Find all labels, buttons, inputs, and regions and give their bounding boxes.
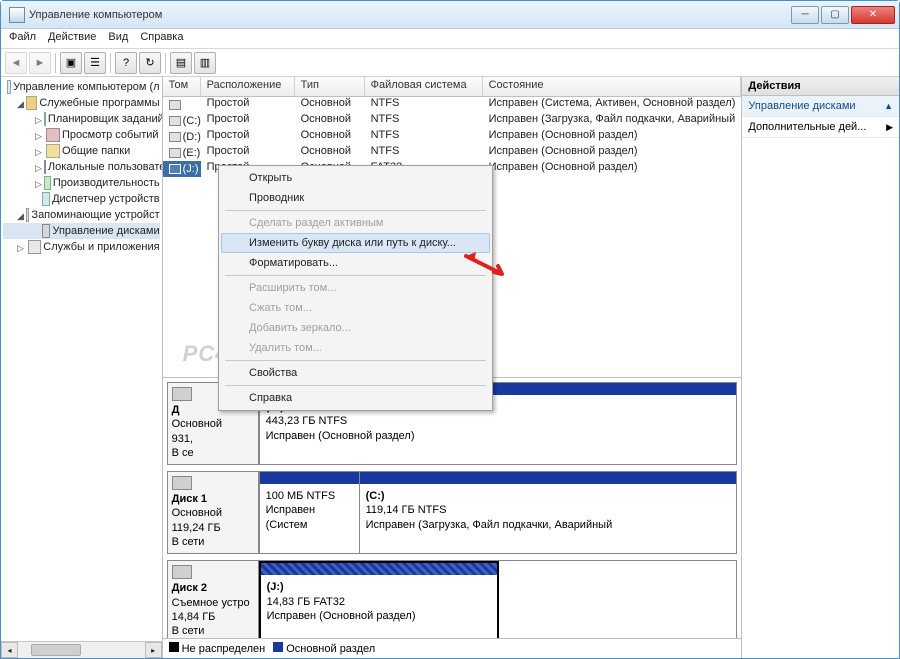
- close-button[interactable]: ✕: [851, 6, 895, 24]
- disk-info: Диск 1 Основной 119,24 ГБ В сети: [167, 471, 259, 554]
- tree-perf[interactable]: ▷Производительность: [3, 175, 160, 191]
- help-button[interactable]: ?: [115, 52, 137, 74]
- up-button[interactable]: ▣: [60, 52, 82, 74]
- col-type[interactable]: Тип: [295, 77, 365, 96]
- collapse-icon: ▲: [884, 101, 893, 111]
- ctx-extend: Расширить том...: [221, 278, 490, 298]
- disk-graphical-view[interactable]: Д Основной 931, В се (E:) 443,23 ГБ NTFS…: [163, 377, 742, 638]
- chevron-right-icon: ▶: [886, 122, 893, 133]
- disk-row-2[interactable]: Диск 2 Съемное устро 14,84 ГБ В сети (J:…: [167, 560, 738, 638]
- actions-more[interactable]: Дополнительные дей...▶: [742, 117, 899, 138]
- ctx-explore[interactable]: Проводник: [221, 188, 490, 208]
- col-volume[interactable]: Том: [163, 77, 201, 96]
- disk-icon: [172, 565, 192, 579]
- nav-tree[interactable]: Управление компьютером (л ◢Служебные про…: [1, 77, 163, 658]
- tree-services[interactable]: ▷Службы и приложения: [3, 239, 160, 255]
- tree-devmgr[interactable]: Диспетчер устройств: [3, 191, 160, 207]
- drive-icon: [169, 164, 181, 174]
- col-state[interactable]: Состояние: [483, 77, 742, 96]
- view1-button[interactable]: ▤: [170, 52, 192, 74]
- disk-info: Диск 2 Съемное устро 14,84 ГБ В сети: [167, 560, 259, 638]
- col-layout[interactable]: Расположение: [201, 77, 295, 96]
- col-filesystem[interactable]: Файловая система: [365, 77, 483, 96]
- disk-icon: [172, 476, 192, 490]
- refresh-button[interactable]: ↻: [139, 52, 161, 74]
- ctx-open[interactable]: Открыть: [221, 168, 490, 188]
- disk-icon: [172, 387, 192, 401]
- ctx-help[interactable]: Справка: [221, 388, 490, 408]
- tree-storage[interactable]: ◢Запоминающие устройст: [3, 207, 160, 223]
- tree-events[interactable]: ▷Просмотр событий: [3, 127, 160, 143]
- drive-icon: [169, 116, 181, 126]
- ctx-mirror: Добавить зеркало...: [221, 318, 490, 338]
- menu-help[interactable]: Справка: [140, 31, 183, 46]
- ctx-make-active: Сделать раздел активным: [221, 213, 490, 233]
- volume-row[interactable]: (D:) Простой Основной NTFS Исправен (Осн…: [163, 129, 742, 145]
- volume-row[interactable]: (C:) Простой Основной NTFS Исправен (Заг…: [163, 113, 742, 129]
- toolbar: ◄ ► ▣ ☰ ? ↻ ▤ ▥: [1, 49, 899, 77]
- drive-icon: [169, 100, 181, 110]
- actions-section-diskmgmt[interactable]: Управление дисками▲: [742, 96, 899, 117]
- volume-list-header: Том Расположение Тип Файловая система Со…: [163, 77, 742, 97]
- ctx-format[interactable]: Форматировать...: [221, 253, 490, 273]
- minimize-button[interactable]: ─: [791, 6, 819, 24]
- drive-icon: [169, 148, 181, 158]
- titlebar: Управление компьютером ─ ▢ ✕: [1, 1, 899, 29]
- menu-view[interactable]: Вид: [108, 31, 128, 46]
- tree-root[interactable]: Управление компьютером (л: [3, 79, 160, 95]
- volume-row[interactable]: (E:) Простой Основной NTFS Исправен (Осн…: [163, 145, 742, 161]
- view2-button[interactable]: ▥: [194, 52, 216, 74]
- volume-row[interactable]: Простой Основной NTFS Исправен (Система,…: [163, 97, 742, 113]
- ctx-properties[interactable]: Свойства: [221, 363, 490, 383]
- forward-button[interactable]: ►: [29, 52, 51, 74]
- drive-icon: [169, 132, 181, 142]
- ctx-delete: Удалить том...: [221, 338, 490, 358]
- actions-header: Действия: [742, 77, 899, 96]
- partition[interactable]: 100 МБ NTFS Исправен (Систем: [259, 472, 359, 553]
- window-title: Управление компьютером: [29, 9, 791, 21]
- ctx-change-letter[interactable]: Изменить букву диска или путь к диску...: [221, 233, 490, 253]
- partition[interactable]: (C:) 119,14 ГБ NTFS Исправен (Загрузка, …: [359, 472, 737, 553]
- context-menu: Открыть Проводник Сделать раздел активны…: [218, 165, 493, 411]
- props-button[interactable]: ☰: [84, 52, 106, 74]
- menubar: Файл Действие Вид Справка: [1, 29, 899, 49]
- legend: Не распределен Основной раздел: [163, 638, 742, 658]
- disk-row-1[interactable]: Диск 1 Основной 119,24 ГБ В сети 100 МБ …: [167, 471, 738, 554]
- maximize-button[interactable]: ▢: [821, 6, 849, 24]
- tree-scheduler[interactable]: ▷Планировщик заданий: [3, 111, 160, 127]
- tree-scrollbar[interactable]: ◂▸: [1, 641, 162, 658]
- ctx-shrink: Сжать том...: [221, 298, 490, 318]
- partition-selected[interactable]: (J:) 14,83 ГБ FAT32 Исправен (Основной р…: [259, 561, 499, 638]
- app-icon: [9, 7, 25, 23]
- tree-users[interactable]: ▷Локальные пользовате: [3, 159, 160, 175]
- tree-shared[interactable]: ▷Общие папки: [3, 143, 160, 159]
- tree-tools[interactable]: ◢Служебные программы: [3, 95, 160, 111]
- menu-action[interactable]: Действие: [48, 31, 96, 46]
- back-button[interactable]: ◄: [5, 52, 27, 74]
- menu-file[interactable]: Файл: [9, 31, 36, 46]
- actions-panel: Действия Управление дисками▲ Дополнитель…: [742, 77, 899, 658]
- tree-diskmgmt[interactable]: Управление дисками: [3, 223, 160, 239]
